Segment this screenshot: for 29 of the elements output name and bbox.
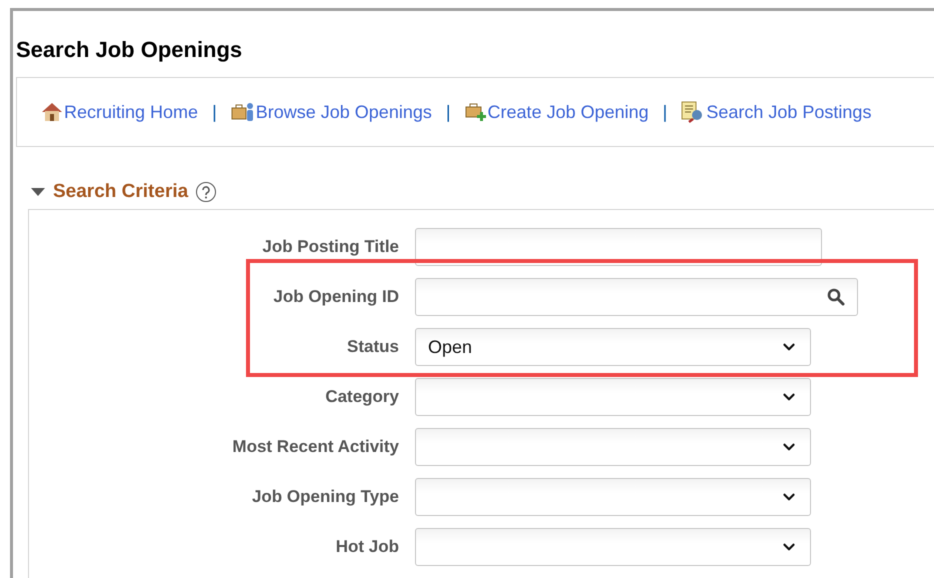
nav-link[interactable]: Recruiting Home (41, 102, 198, 122)
link-separator: | (662, 102, 668, 122)
briefcase-plus-icon (464, 102, 487, 122)
dropdown-field[interactable] (415, 528, 811, 566)
dropdown-field[interactable] (415, 378, 811, 416)
house-icon (41, 102, 63, 122)
briefcase-person-icon (230, 102, 255, 122)
nav-link[interactable]: Browse Job Openings (230, 102, 432, 122)
link-separator: | (212, 102, 217, 122)
field-label: Most Recent Activity (231, 437, 400, 457)
collapse-triangle-icon[interactable] (31, 188, 45, 196)
page-title: Search Job Openings (16, 37, 244, 63)
help-icon[interactable] (196, 182, 216, 202)
field-label: Job Posting Title (261, 237, 400, 257)
link-separator: | (446, 102, 451, 122)
field-label: Hot Job (334, 537, 400, 557)
nav-link[interactable]: Create Job Opening (464, 102, 649, 122)
dropdown-field[interactable]: Open (415, 328, 811, 366)
field-label: Job Opening ID (272, 287, 400, 307)
dropdown-value: Open (428, 336, 474, 358)
lookup-field[interactable] (415, 278, 858, 316)
dropdown-field[interactable] (415, 478, 811, 516)
search-icon[interactable] (827, 288, 845, 306)
nav-link[interactable]: Search Job Postings (681, 101, 872, 123)
field-label: Category (324, 387, 400, 407)
section-title: Search Criteria (53, 181, 188, 203)
dropdown-field[interactable] (415, 428, 811, 466)
field-label: Status (346, 337, 400, 357)
field-label: Job Opening Type (250, 487, 400, 507)
